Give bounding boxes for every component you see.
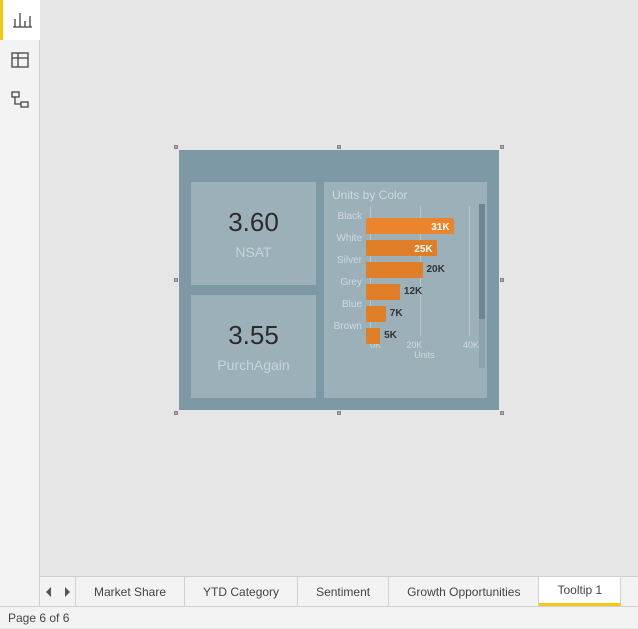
table-icon bbox=[10, 50, 30, 70]
report-canvas[interactable]: 3.60 NSAT 3.55 PurchAgain Units by Color… bbox=[40, 0, 638, 576]
card-purchagain[interactable]: 3.55 PurchAgain bbox=[191, 295, 316, 398]
page-tabs: Market ShareYTD CategorySentimentGrowth … bbox=[40, 576, 638, 606]
bar-category-label: Brown bbox=[332, 321, 366, 332]
tab-next-button[interactable] bbox=[58, 577, 76, 606]
model-icon bbox=[10, 90, 30, 110]
bar-data-label: 31K bbox=[431, 218, 449, 238]
bar-row[interactable]: Brown5K bbox=[332, 316, 479, 336]
view-rail bbox=[0, 0, 40, 628]
tab-prev-button[interactable] bbox=[40, 577, 58, 606]
chart-x-axis: 0K20K40K bbox=[332, 340, 479, 350]
card-column: 3.60 NSAT 3.55 PurchAgain bbox=[191, 182, 316, 398]
bar-category-label: Silver bbox=[332, 255, 366, 266]
bar[interactable] bbox=[366, 284, 400, 300]
status-bar: Page 6 of 6 bbox=[0, 606, 638, 628]
chevron-left-icon bbox=[46, 587, 52, 597]
model-view-button[interactable] bbox=[0, 80, 40, 120]
bar-chart-visual[interactable]: Units by Color Black31KWhite25KSilver20K… bbox=[324, 182, 487, 398]
chart-x-title: Units bbox=[332, 350, 479, 360]
bar-category-label: White bbox=[332, 233, 366, 244]
x-tick: 20K bbox=[406, 340, 442, 350]
data-view-button[interactable] bbox=[0, 40, 40, 80]
bar-data-label: 25K bbox=[414, 240, 432, 260]
page-tab[interactable]: Market Share bbox=[76, 577, 185, 606]
bar-category-label: Blue bbox=[332, 299, 366, 310]
chevron-right-icon bbox=[64, 587, 70, 597]
bar-data-label: 12K bbox=[404, 282, 422, 302]
page-tab[interactable]: YTD Category bbox=[185, 577, 298, 606]
card-value: 3.60 bbox=[228, 207, 279, 238]
bar-data-label: 20K bbox=[427, 260, 445, 280]
page-tab[interactable]: Growth Opportunities bbox=[389, 577, 539, 606]
bar[interactable]: 31K bbox=[366, 218, 454, 234]
bar[interactable] bbox=[366, 306, 386, 322]
card-label: PurchAgain bbox=[217, 357, 289, 373]
card-label: NSAT bbox=[235, 244, 271, 260]
page-indicator: Page 6 of 6 bbox=[8, 611, 69, 625]
bar[interactable] bbox=[366, 328, 380, 344]
bar-category-label: Black bbox=[332, 211, 366, 222]
bar-category-label: Grey bbox=[332, 277, 366, 288]
bar-chart-icon bbox=[12, 10, 32, 30]
bar-data-label: 7K bbox=[390, 304, 403, 324]
bar-data-label: 5K bbox=[384, 326, 397, 346]
chart-bars: Black31KWhite25KSilver20KGrey12KBlue7KBr… bbox=[332, 206, 479, 336]
chart-title: Units by Color bbox=[332, 188, 479, 202]
page-tab[interactable]: Tooltip 1 bbox=[539, 577, 621, 606]
bar[interactable] bbox=[366, 262, 423, 278]
chart-scrollbar[interactable] bbox=[479, 204, 485, 368]
tooltip-page[interactable]: 3.60 NSAT 3.55 PurchAgain Units by Color… bbox=[179, 150, 499, 410]
bar-row[interactable]: Black31K bbox=[332, 206, 479, 226]
card-nsat[interactable]: 3.60 NSAT bbox=[191, 182, 316, 285]
bar[interactable]: 25K bbox=[366, 240, 437, 256]
page-tab[interactable]: Sentiment bbox=[298, 577, 389, 606]
chart-scrollthumb[interactable] bbox=[479, 204, 485, 319]
x-tick: 40K bbox=[443, 340, 479, 350]
report-view-button[interactable] bbox=[0, 0, 40, 40]
card-value: 3.55 bbox=[228, 320, 279, 351]
